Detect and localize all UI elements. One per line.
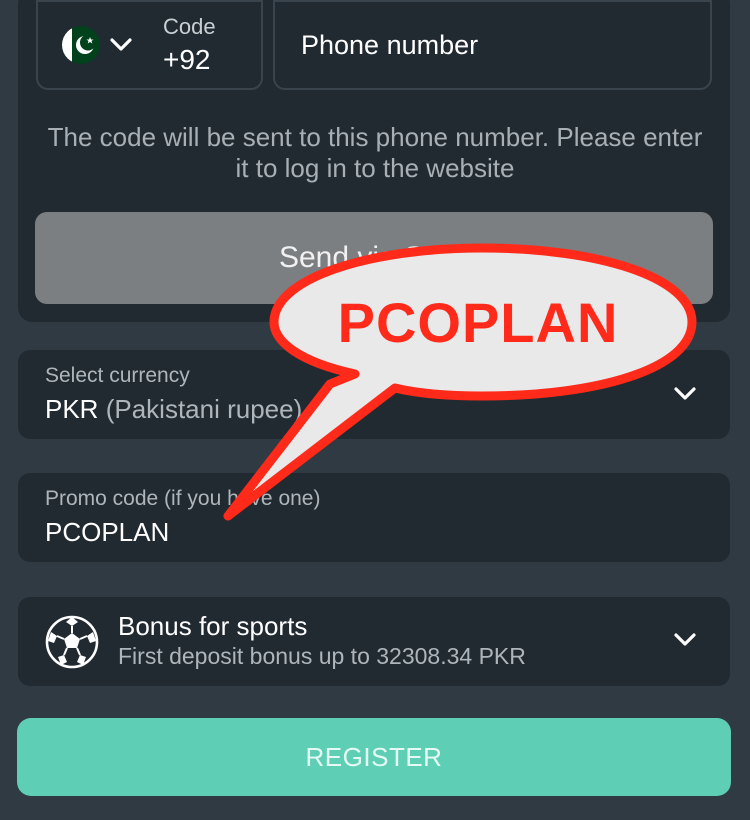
- promo-code-input[interactable]: PCOPLAN: [45, 517, 169, 548]
- bonus-title: Bonus for sports: [118, 611, 308, 641]
- chevron-down-icon[interactable]: [108, 34, 134, 56]
- chevron-down-icon[interactable]: [672, 383, 698, 405]
- bonus-select[interactable]: Bonus for sports First deposit bonus up …: [18, 597, 730, 686]
- currency-value: PKR (Pakistani rupee): [45, 394, 302, 425]
- promo-code-field[interactable]: Promo code (if you have one) PCOPLAN: [18, 473, 730, 562]
- currency-label: Select currency: [45, 364, 190, 387]
- sms-hint-text: The code will be sent to this phone numb…: [47, 122, 703, 183]
- currency-name: (Pakistani rupee): [105, 394, 303, 424]
- currency-select[interactable]: Select currency PKR (Pakistani rupee): [18, 350, 730, 439]
- promo-code-label: Promo code (if you have one): [45, 487, 321, 510]
- code-value: +92: [163, 44, 211, 75]
- soccer-ball-icon: [44, 614, 100, 670]
- register-button[interactable]: REGISTER: [17, 718, 731, 796]
- pakistan-flag-icon: [62, 26, 100, 64]
- code-label: Code: [163, 14, 216, 39]
- phone-number-input[interactable]: [301, 30, 691, 61]
- bonus-subtitle: First deposit bonus up to 32308.34 PKR: [118, 643, 526, 669]
- chevron-down-icon[interactable]: [672, 629, 698, 651]
- currency-code: PKR: [45, 394, 99, 424]
- callout-text: PCOPLAN: [337, 291, 619, 354]
